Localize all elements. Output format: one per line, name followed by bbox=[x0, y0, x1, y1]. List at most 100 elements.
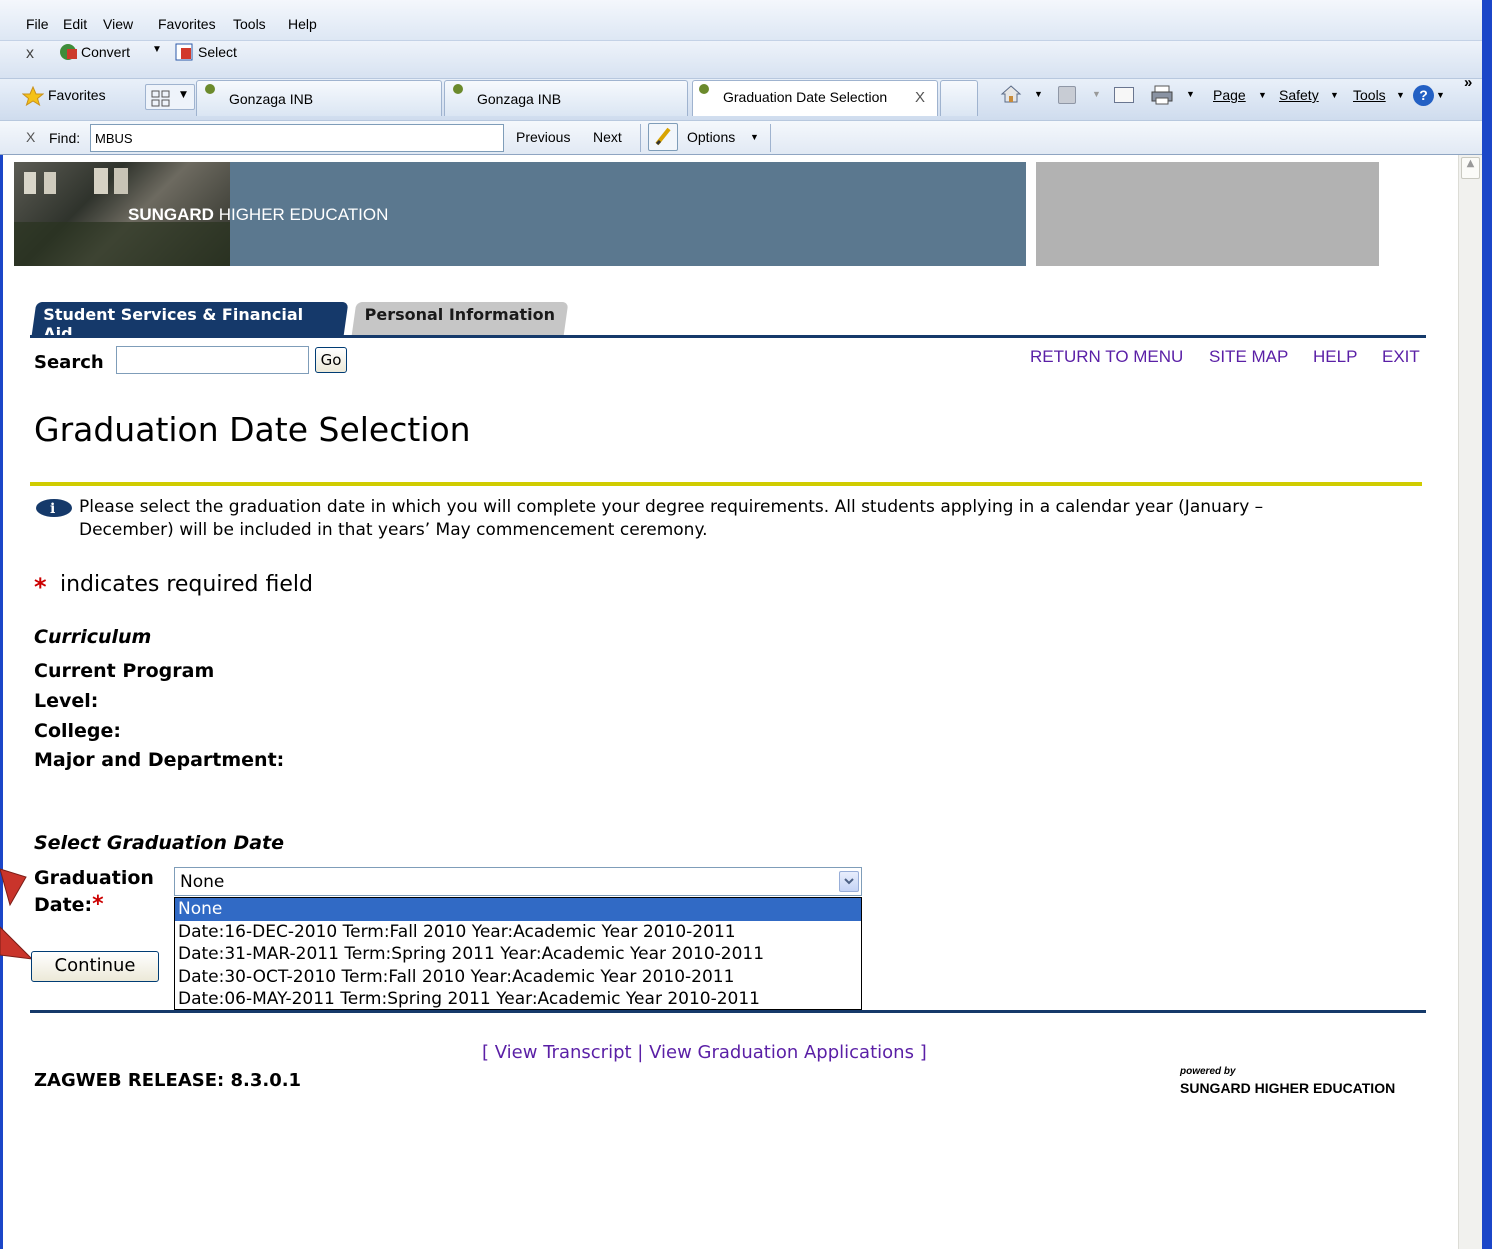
menu-view[interactable]: View bbox=[103, 16, 133, 32]
menu-tools[interactable]: Tools bbox=[233, 16, 266, 32]
graduation-date-options: None Date:16-DEC-2010 Term:Fall 2010 Yea… bbox=[174, 897, 862, 1010]
scroll-up-arrow-icon[interactable]: ▲ bbox=[1461, 157, 1480, 179]
dropdown-option[interactable]: Date:30-OCT-2010 Term:Fall 2010 Year:Aca… bbox=[175, 966, 861, 989]
convert-dropdown-icon[interactable]: ▼ bbox=[152, 44, 162, 55]
view-graduation-applications-link[interactable]: View Graduation Applications bbox=[649, 1042, 914, 1063]
find-next-button[interactable]: Next bbox=[593, 129, 622, 145]
page-favicon-icon bbox=[453, 84, 463, 94]
toolbar-overflow-icon[interactable]: » bbox=[1464, 74, 1472, 91]
page-favicon-icon bbox=[205, 84, 215, 94]
level-label: Level: bbox=[34, 690, 99, 712]
release-version: ZAGWEB RELEASE: 8.3.0.1 bbox=[34, 1070, 302, 1091]
find-close-icon[interactable]: X bbox=[26, 129, 35, 145]
nav-tab-student-services[interactable]: Student Services & Financial Aid bbox=[31, 302, 349, 343]
browser-chrome: File Edit View Favorites Tools Help x Co… bbox=[0, 0, 1492, 155]
banner-brand-rest: HIGHER EDUCATION bbox=[218, 205, 389, 224]
dropdown-option[interactable]: Date:31-MAR-2011 Term:Spring 2011 Year:A… bbox=[175, 943, 861, 966]
convert-button[interactable]: Convert bbox=[81, 44, 130, 60]
page-menu[interactable]: Page bbox=[1213, 87, 1246, 103]
find-previous-button[interactable]: Previous bbox=[516, 129, 570, 145]
chevron-down-icon[interactable] bbox=[839, 871, 859, 892]
select-button[interactable]: Select bbox=[198, 44, 237, 60]
graduation-date-select-value: None bbox=[180, 872, 225, 892]
powered-brand-rest: HIGHER EDUCATION bbox=[1254, 1080, 1396, 1096]
site-map-link[interactable]: SITE MAP bbox=[1209, 347, 1288, 367]
help-link[interactable]: HELP bbox=[1313, 347, 1357, 367]
info-message-line: Please select the graduation date in whi… bbox=[79, 497, 1264, 517]
find-input[interactable]: MBUS bbox=[90, 124, 504, 152]
window-border-right bbox=[1482, 0, 1492, 1249]
dropdown-option[interactable]: Date:16-DEC-2010 Term:Fall 2010 Year:Aca… bbox=[175, 921, 861, 944]
continue-button[interactable]: Continue bbox=[31, 951, 159, 982]
help-icon[interactable]: ? bbox=[1413, 85, 1434, 106]
select-graduation-heading: Select Graduation Date bbox=[34, 832, 285, 854]
vertical-scrollbar[interactable]: ▲ bbox=[1458, 155, 1482, 1249]
print-dropdown-icon[interactable]: ▼ bbox=[1186, 89, 1195, 99]
nav-tab-personal-information[interactable]: Personal Information bbox=[351, 302, 569, 336]
feeds-dropdown-icon[interactable]: ▼ bbox=[1092, 89, 1101, 99]
search-input[interactable] bbox=[116, 346, 309, 374]
toolbar-divider bbox=[640, 124, 641, 152]
annotation-arrow-icon bbox=[0, 865, 28, 909]
print-icon[interactable] bbox=[1150, 84, 1174, 106]
dropdown-option[interactable]: Date:06-MAY-2011 Term:Spring 2011 Year:A… bbox=[175, 988, 861, 1011]
page-menu-dropdown-icon[interactable]: ▼ bbox=[1258, 90, 1267, 100]
bracket-close: ] bbox=[919, 1042, 927, 1063]
safety-menu-dropdown-icon[interactable]: ▼ bbox=[1330, 90, 1339, 100]
find-options-button[interactable]: Options bbox=[687, 129, 735, 145]
help-dropdown-icon[interactable]: ▼ bbox=[1436, 90, 1445, 100]
required-note: indicates required field bbox=[60, 572, 313, 597]
dropdown-option[interactable]: None bbox=[175, 898, 861, 921]
tab-label: Gonzaga INB bbox=[229, 91, 314, 107]
menu-toolbar-area bbox=[0, 0, 1492, 40]
exit-link[interactable]: EXIT bbox=[1382, 347, 1420, 367]
banner-brand-bold: SUNGARD bbox=[128, 205, 214, 224]
favorites-button[interactable]: Favorites bbox=[48, 87, 106, 103]
tab-label: Gonzaga INB bbox=[477, 91, 562, 107]
window-border-left bbox=[0, 155, 3, 1249]
nav-tab-label: Personal Information bbox=[364, 305, 556, 324]
menu-help[interactable]: Help bbox=[288, 16, 317, 32]
info-message-line: December) will be included in that years… bbox=[79, 520, 708, 540]
highlight-pen-icon[interactable] bbox=[648, 123, 678, 151]
graduation-label: Graduation bbox=[34, 867, 154, 889]
menu-edit[interactable]: Edit bbox=[63, 16, 87, 32]
curriculum-heading: Curriculum bbox=[34, 626, 152, 648]
select-icon bbox=[175, 43, 195, 61]
tools-menu-dropdown-icon[interactable]: ▼ bbox=[1396, 90, 1405, 100]
link-separator: | bbox=[637, 1042, 644, 1063]
footer-links: [ View Transcript | View Graduation Appl… bbox=[482, 1042, 927, 1063]
bracket-open: [ bbox=[482, 1042, 490, 1063]
title-rule bbox=[30, 482, 1422, 486]
safety-menu[interactable]: Safety bbox=[1279, 87, 1319, 103]
info-message: Please select the graduation date in whi… bbox=[79, 496, 1263, 542]
date-label: Date:* bbox=[34, 892, 104, 917]
mail-icon[interactable] bbox=[1114, 87, 1134, 103]
menu-favorites[interactable]: Favorites bbox=[158, 16, 216, 32]
powered-by-label: powered by bbox=[1180, 1066, 1236, 1077]
feeds-icon[interactable] bbox=[1058, 86, 1076, 104]
annotation-arrow-icon bbox=[0, 925, 34, 965]
required-star-icon: * bbox=[92, 892, 104, 917]
tab-gonzaga-2[interactable]: Gonzaga INB bbox=[444, 80, 688, 116]
required-star-icon: * bbox=[34, 573, 47, 601]
close-toolbar-icon[interactable]: x bbox=[26, 45, 34, 63]
home-icon[interactable] bbox=[1000, 84, 1022, 104]
menu-file[interactable]: File bbox=[26, 16, 49, 32]
find-options-dropdown-icon[interactable]: ▼ bbox=[750, 132, 759, 142]
tab-gonzaga-1[interactable]: Gonzaga INB bbox=[196, 80, 442, 116]
powered-brand-bold: SUNGARD bbox=[1180, 1080, 1251, 1096]
new-tab-button[interactable] bbox=[940, 80, 978, 116]
graduation-date-select[interactable]: None bbox=[174, 867, 862, 896]
tab-graduation-date-selection[interactable]: Graduation Date Selection X bbox=[692, 80, 938, 116]
quick-tabs-button[interactable]: ▼ bbox=[145, 84, 195, 110]
tab-label: Graduation Date Selection bbox=[723, 89, 888, 105]
favorites-star-icon bbox=[21, 85, 45, 107]
tab-close-icon[interactable]: X bbox=[915, 89, 925, 106]
return-to-menu-link[interactable]: RETURN TO MENU bbox=[1030, 347, 1183, 367]
view-transcript-link[interactable]: View Transcript bbox=[495, 1042, 632, 1063]
tools-menu[interactable]: Tools bbox=[1353, 87, 1386, 103]
svg-text:i: i bbox=[50, 501, 55, 517]
home-dropdown-icon[interactable]: ▼ bbox=[1034, 89, 1043, 99]
go-button[interactable]: Go bbox=[315, 347, 347, 373]
